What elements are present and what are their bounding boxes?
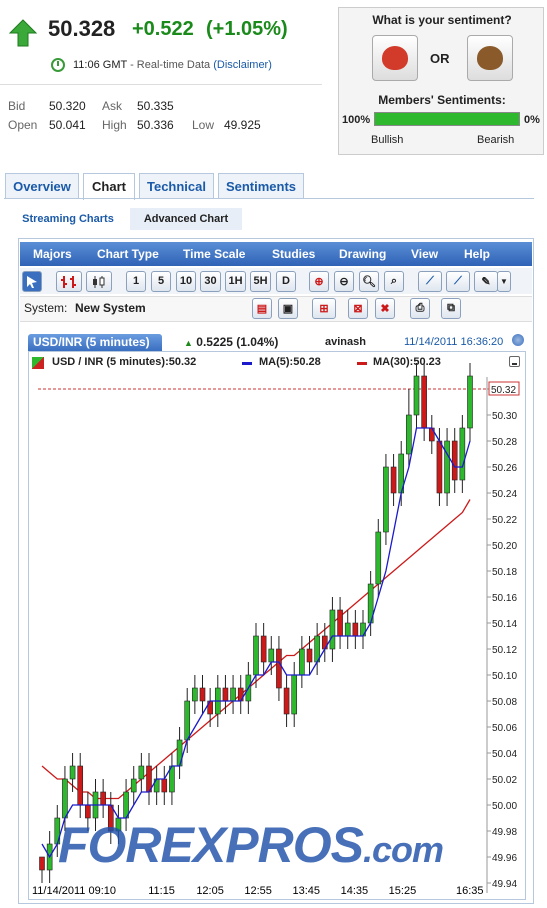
x-tick-label: 11/14/2011 09:10	[32, 885, 116, 897]
candle-body	[383, 466, 389, 533]
y-tick-label: 50.20	[492, 541, 517, 552]
candle-body	[299, 648, 305, 676]
x-tick-label: 12:05	[196, 885, 224, 897]
candle-body	[100, 791, 106, 806]
candle-body	[459, 427, 466, 481]
watermark: FOREXPROS.com	[58, 816, 444, 874]
candle-body	[436, 440, 443, 494]
candle-body	[306, 648, 313, 663]
candle-body	[413, 375, 420, 416]
y-tick-label: 50.22	[492, 515, 517, 526]
candle-body	[451, 440, 458, 481]
y-tick-label: 50.08	[492, 697, 517, 708]
candle-body	[161, 778, 168, 793]
candle-body	[260, 635, 267, 663]
candle-body	[192, 687, 198, 702]
candle-body	[199, 687, 206, 702]
y-tick-label: 50.26	[492, 463, 517, 474]
x-tick-label: 15:25	[389, 885, 417, 897]
candle-body	[130, 778, 137, 793]
y-tick-label: 50.02	[492, 775, 517, 786]
watermark-text: FOREXPROS	[58, 817, 364, 873]
y-tick-label: 50.10	[492, 671, 517, 682]
candle-body	[62, 778, 68, 819]
candle-body	[253, 635, 259, 676]
candle-body	[69, 765, 76, 780]
candle-body	[421, 375, 427, 429]
candle-body	[291, 674, 298, 715]
candle-body	[276, 648, 282, 689]
y-tick-label: 49.96	[492, 853, 517, 864]
x-tick-label: 12:55	[244, 885, 272, 897]
y-tick-label: 50.18	[492, 567, 517, 578]
last-price-label: 50.32	[491, 385, 516, 396]
candle-body	[344, 622, 351, 637]
y-tick-label: 50.28	[492, 437, 517, 448]
y-tick-label: 50.12	[492, 645, 517, 656]
x-tick-label: 16:35	[456, 885, 484, 897]
candle-body	[268, 648, 275, 663]
y-tick-label: 50.14	[492, 619, 517, 630]
candle-body	[444, 440, 450, 494]
y-tick-label: 50.30	[492, 411, 517, 422]
y-tick-label: 50.00	[492, 801, 517, 812]
candle-body	[375, 531, 382, 585]
candle-body	[184, 700, 191, 741]
candle-body	[138, 765, 145, 780]
price-chart: 50.32 50.30 50.28 50.26 50.24 50.22 50.20 50.18…	[32, 363, 520, 897]
candle-body	[390, 466, 397, 494]
x-tick-label: 14:35	[341, 885, 369, 897]
candle-body	[39, 856, 45, 871]
candle-body	[222, 687, 229, 702]
candle-body	[467, 375, 473, 429]
y-tick-label: 50.06	[492, 723, 517, 734]
x-tick-label: 11:15	[148, 885, 175, 897]
y-tick-label: 50.24	[492, 489, 517, 500]
y-tick-label: 49.94	[492, 879, 517, 890]
candle-body	[406, 414, 412, 455]
candle-body	[329, 609, 336, 650]
candle-body	[337, 609, 343, 637]
candle-body	[77, 765, 84, 806]
y-tick-label: 50.04	[492, 749, 517, 760]
y-tick-label: 49.98	[492, 827, 517, 838]
watermark-suffix: .com	[362, 829, 444, 870]
x-tick-label: 13:45	[292, 885, 320, 897]
candle-body	[283, 687, 290, 715]
candle-body	[230, 687, 236, 702]
candle-body	[352, 622, 359, 637]
y-tick-label: 50.16	[492, 593, 517, 604]
